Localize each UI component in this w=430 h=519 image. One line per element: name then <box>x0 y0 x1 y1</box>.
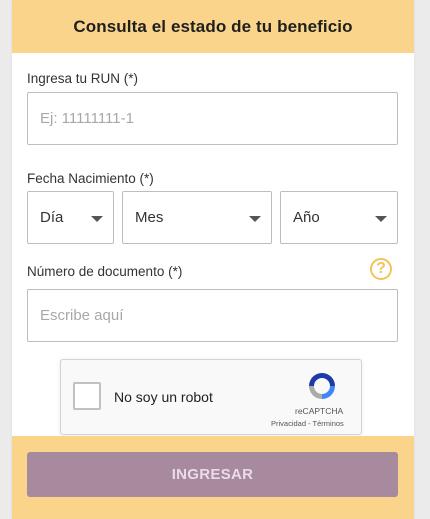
year-select[interactable]: Año <box>280 191 398 244</box>
form-card: Consulta el estado de tu beneficio Ingre… <box>12 0 414 519</box>
recaptcha-widget: No soy un robot reCAPTCHA Privacidad - T… <box>60 359 362 435</box>
recaptcha-brand: reCAPTCHA <box>295 406 344 416</box>
document-number-input[interactable] <box>27 289 398 342</box>
document-label: Número de documento (*) <box>27 264 183 279</box>
run-input[interactable] <box>27 92 398 145</box>
year-select-value: Año <box>293 209 320 226</box>
chevron-down-icon <box>249 216 261 222</box>
recaptcha-label: No soy un robot <box>114 389 213 405</box>
day-select[interactable]: Día <box>27 191 114 244</box>
month-select-value: Mes <box>135 209 164 226</box>
submit-button[interactable]: INGRESAR <box>27 452 398 497</box>
recaptcha-checkbox[interactable] <box>73 382 101 410</box>
question-icon[interactable]: ? <box>370 258 392 280</box>
form-header: Consulta el estado de tu beneficio <box>12 0 414 53</box>
chevron-down-icon <box>91 216 103 222</box>
day-select-value: Día <box>40 209 64 226</box>
run-label: Ingresa tu RUN (*) <box>27 71 139 86</box>
chevron-down-icon <box>375 216 387 222</box>
month-select[interactable]: Mes <box>122 191 272 244</box>
page-title: Consulta el estado de tu beneficio <box>73 16 353 36</box>
recaptcha-links[interactable]: Privacidad - Términos <box>271 419 344 428</box>
footer-band: INGRESAR <box>12 436 414 519</box>
birth-date-label: Fecha Nacimiento (*) <box>27 171 154 186</box>
recaptcha-logo-icon <box>309 373 335 399</box>
